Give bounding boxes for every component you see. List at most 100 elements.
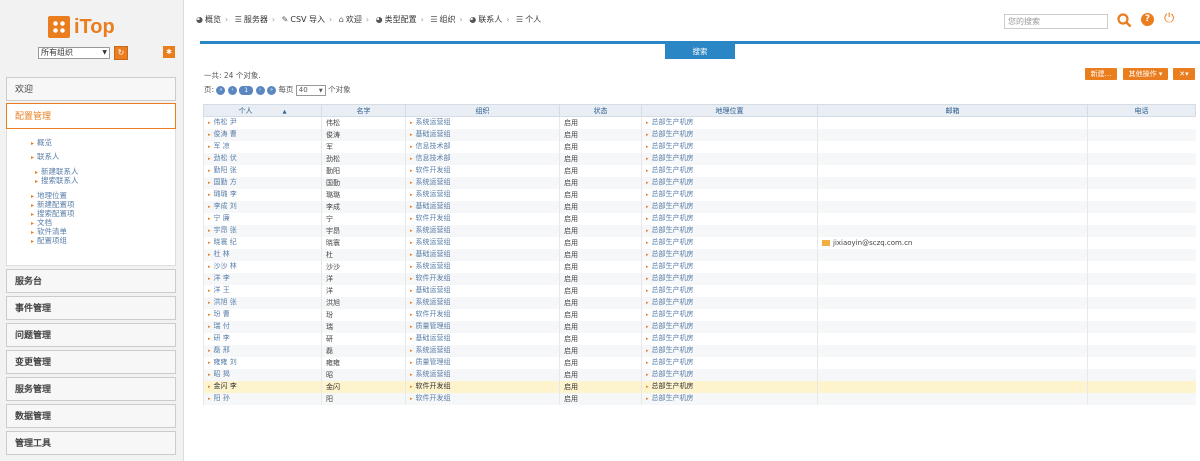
menu-incident-management[interactable]: 事件管理 xyxy=(6,296,176,320)
cell-org-text[interactable]: 基础运营组 xyxy=(410,334,451,342)
cell-org-text[interactable]: 基础运营组 xyxy=(410,286,451,294)
table-row[interactable]: 磊 邢 磊 系统运营组 启用 总部生产机房 xyxy=(203,345,1196,357)
table-row[interactable]: 瑞 付 瑞 质量管理组 启用 总部生产机房 xyxy=(203,321,1196,333)
table-row[interactable]: 劲松 伏 劲松 信息技术部 启用 总部生产机房 xyxy=(203,153,1196,165)
table-row[interactable]: 伟松 尹 伟松 系统运营组 启用 总部生产机房 xyxy=(203,116,1196,129)
cell-person[interactable]: 劲松 伏 xyxy=(203,153,322,165)
cell-location[interactable]: 总部生产机房 xyxy=(641,261,818,273)
cell-org-text[interactable]: 基础运营组 xyxy=(410,130,451,138)
cell-person-text[interactable]: 俊涛 曹 xyxy=(208,130,237,138)
cell-person-text[interactable]: 劲松 伏 xyxy=(208,154,237,162)
table-row[interactable]: 杜 林 杜 基础运营组 启用 总部生产机房 xyxy=(203,249,1196,261)
breadcrumb-item[interactable]: ☰ 个人 xyxy=(516,14,541,25)
table-row[interactable]: 宇昂 张 宇昂 系统运营组 启用 总部生产机房 xyxy=(203,225,1196,237)
table-row[interactable]: 洪旭 张 洪旭 系统运营组 启用 总部生产机房 xyxy=(203,297,1196,309)
cell-location-text[interactable]: 总部生产机房 xyxy=(646,238,694,246)
cell-org-text[interactable]: 系统运营组 xyxy=(410,178,451,186)
table-row[interactable]: 勤阳 张 勤阳 软件开发组 启用 总部生产机房 xyxy=(203,165,1196,177)
cell-person-text[interactable]: 宇昂 张 xyxy=(208,226,237,234)
cell-org[interactable]: 系统运营组 xyxy=(405,116,560,129)
col-header-name[interactable]: 名字 xyxy=(321,104,406,117)
cell-org[interactable]: 基础运营组 xyxy=(405,201,560,213)
cell-location[interactable]: 总部生产机房 xyxy=(641,201,818,213)
cell-person-text[interactable]: 昭 揭 xyxy=(208,370,230,378)
cell-org[interactable]: 质量管理组 xyxy=(405,357,560,369)
cell-org[interactable]: 信息技术部 xyxy=(405,153,560,165)
cell-person-text[interactable]: 璐璐 李 xyxy=(208,190,237,198)
cell-location-text[interactable]: 总部生产机房 xyxy=(646,214,694,222)
menu-problem-management[interactable]: 问题管理 xyxy=(6,323,176,347)
prev-page-icon[interactable]: ‹ xyxy=(227,85,237,95)
cell-org[interactable]: 系统运营组 xyxy=(405,189,560,201)
table-row[interactable]: 研 李 研 基础运营组 启用 总部生产机房 xyxy=(203,333,1196,345)
cell-org-text[interactable]: 信息技术部 xyxy=(410,142,451,150)
cell-location-text[interactable]: 总部生产机房 xyxy=(646,262,694,270)
power-icon[interactable]: ⏻ xyxy=(1164,11,1174,26)
cell-location-text[interactable]: 总部生产机房 xyxy=(646,154,694,162)
cell-org-text[interactable]: 软件开发组 xyxy=(410,214,451,222)
cell-person-text[interactable]: 金闪 李 xyxy=(208,382,237,390)
cell-person[interactable]: 勤阳 张 xyxy=(203,165,322,177)
cell-location-text[interactable]: 总部生产机房 xyxy=(646,226,694,234)
cell-location-text[interactable]: 总部生产机房 xyxy=(646,310,694,318)
table-row[interactable]: 李成 刘 李成 基础运营组 启用 总部生产机房 xyxy=(203,201,1196,213)
cell-location-text[interactable]: 总部生产机房 xyxy=(646,142,694,150)
cell-location[interactable]: 总部生产机房 xyxy=(641,225,818,237)
cell-location-text[interactable]: 总部生产机房 xyxy=(646,298,694,306)
cell-location[interactable]: 总部生产机房 xyxy=(641,393,818,405)
cell-location-text[interactable]: 总部生产机房 xyxy=(646,370,694,378)
cell-person[interactable]: 雍雍 刘 xyxy=(203,357,322,369)
table-row[interactable]: 金闪 李 金闪 软件开发组 启用 总部生产机房 xyxy=(203,381,1196,393)
submenu-overview[interactable]: 概览 xyxy=(31,138,52,148)
cell-org-text[interactable]: 质量管理组 xyxy=(410,358,451,366)
cell-org[interactable]: 软件开发组 xyxy=(405,381,560,393)
menu-welcome[interactable]: 欢迎 xyxy=(6,77,176,101)
search-tab[interactable]: 搜索 xyxy=(665,44,735,59)
cell-org[interactable]: 质量管理组 xyxy=(405,321,560,333)
organization-select[interactable]: 所有组织 xyxy=(38,47,110,59)
cell-person-text[interactable]: 磊 邢 xyxy=(208,346,230,354)
cell-org[interactable]: 信息技术部 xyxy=(405,141,560,153)
cell-org-text[interactable]: 基础运营组 xyxy=(410,202,451,210)
pin-menu-icon[interactable]: ✱ xyxy=(163,46,175,58)
new-button[interactable]: 新建... xyxy=(1085,68,1117,80)
table-row[interactable]: 洋 王 洋 基础运营组 启用 总部生产机房 xyxy=(203,285,1196,297)
cell-location-text[interactable]: 总部生产机房 xyxy=(646,274,694,282)
cell-person-text[interactable]: 雍雍 刘 xyxy=(208,358,237,366)
cell-location-text[interactable]: 总部生产机房 xyxy=(646,202,694,210)
cell-location[interactable]: 总部生产机房 xyxy=(641,189,818,201)
cell-location-text[interactable]: 总部生产机房 xyxy=(646,130,694,138)
cell-org[interactable]: 系统运营组 xyxy=(405,237,560,249)
cell-person-text[interactable]: 李成 刘 xyxy=(208,202,237,210)
cell-org-text[interactable]: 系统运营组 xyxy=(410,118,451,126)
cell-location[interactable]: 总部生产机房 xyxy=(641,165,818,177)
breadcrumb-item[interactable]: ☰ 服务器 xyxy=(235,14,268,25)
cell-person-text[interactable]: 研 李 xyxy=(208,334,230,342)
cell-person-text[interactable]: 勤阳 张 xyxy=(208,166,237,174)
cell-location-text[interactable]: 总部生产机房 xyxy=(646,394,694,402)
table-row[interactable]: 玢 曹 玢 软件开发组 启用 总部生产机房 xyxy=(203,309,1196,321)
menu-change-management[interactable]: 变更管理 xyxy=(6,350,176,374)
cell-person[interactable]: 晓寰 纪 xyxy=(203,237,322,249)
col-header-status[interactable]: 状态 xyxy=(559,104,642,117)
cell-location[interactable]: 总部生产机房 xyxy=(641,285,818,297)
cell-org[interactable]: 基础运营组 xyxy=(405,285,560,297)
cell-org[interactable]: 软件开发组 xyxy=(405,309,560,321)
cell-org[interactable]: 基础运营组 xyxy=(405,129,560,141)
cell-location-text[interactable]: 总部生产机房 xyxy=(646,334,694,342)
table-row[interactable]: 沙沙 林 沙沙 系统运营组 启用 总部生产机房 xyxy=(203,261,1196,273)
cell-location[interactable]: 总部生产机房 xyxy=(641,177,818,189)
cell-person-text[interactable]: 洪旭 张 xyxy=(208,298,237,306)
cell-person[interactable]: 璐璐 李 xyxy=(203,189,322,201)
cell-location-text[interactable]: 总部生产机房 xyxy=(646,250,694,258)
cell-org-text[interactable]: 软件开发组 xyxy=(410,382,451,390)
cell-location[interactable]: 总部生产机房 xyxy=(641,381,818,393)
cell-location[interactable]: 总部生产机房 xyxy=(641,129,818,141)
cell-location[interactable]: 总部生产机房 xyxy=(641,309,818,321)
cell-person[interactable]: 金闪 李 xyxy=(203,381,322,393)
cell-org-text[interactable]: 系统运营组 xyxy=(410,262,451,270)
cell-org[interactable]: 系统运营组 xyxy=(405,225,560,237)
cell-person-text[interactable]: 玢 曹 xyxy=(208,310,230,318)
current-page[interactable]: 1 xyxy=(239,85,254,95)
cell-location[interactable]: 总部生产机房 xyxy=(641,357,818,369)
